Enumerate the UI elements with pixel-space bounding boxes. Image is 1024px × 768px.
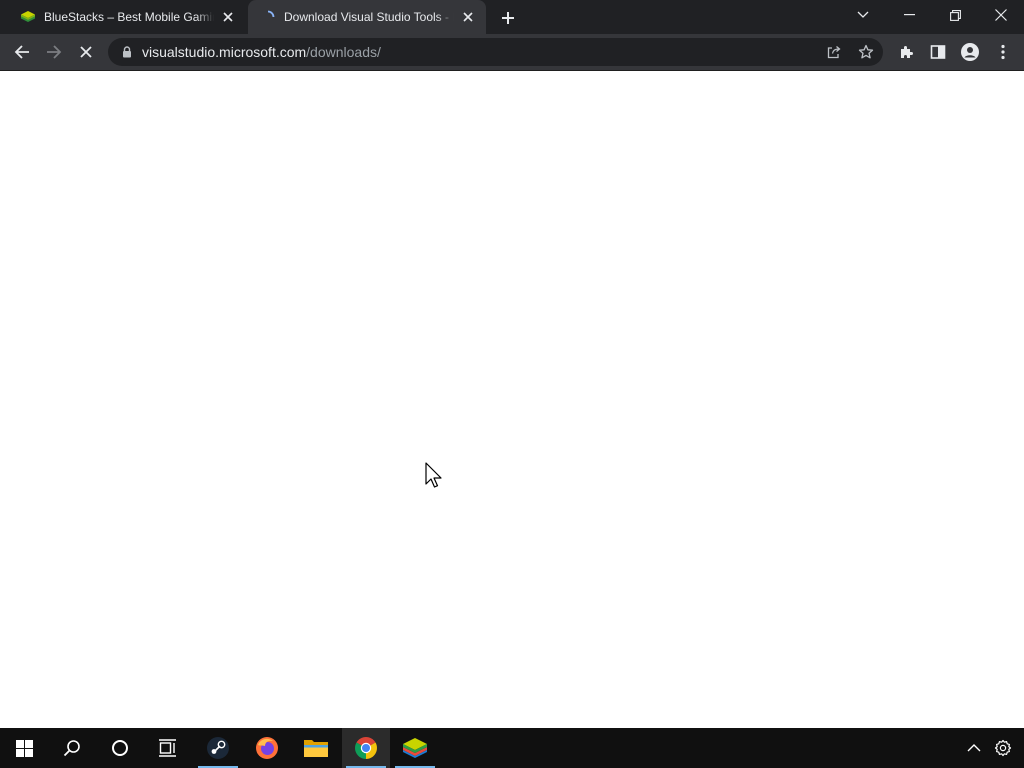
firefox-icon[interactable] — [243, 728, 291, 768]
tab-visual-studio[interactable]: Download Visual Studio Tools - Install — [248, 0, 486, 34]
tab-title: Download Visual Studio Tools - Install — [284, 10, 454, 24]
task-view-icon[interactable] — [144, 728, 192, 768]
url-text: visualstudio.microsoft.com/downloads/ — [142, 44, 381, 60]
tab-strip: BlueStacks – Best Mobile Gaming Platform… — [0, 0, 1024, 34]
side-panel-icon[interactable] — [925, 39, 951, 65]
page-content-area[interactable] — [0, 71, 1024, 728]
windows-taskbar — [0, 728, 1024, 768]
mouse-pointer-icon — [425, 462, 443, 495]
profile-avatar-icon[interactable] — [957, 39, 983, 65]
browser-toolbar: visualstudio.microsoft.com/downloads/ — [0, 34, 1024, 71]
tab-bluestacks[interactable]: BlueStacks – Best Mobile Gaming Platform — [8, 0, 246, 34]
minimize-button[interactable] — [886, 0, 932, 30]
close-tab-icon[interactable] — [220, 9, 236, 25]
loading-spinner-icon — [260, 9, 276, 25]
extensions-puzzle-icon[interactable] — [893, 39, 919, 65]
forward-button[interactable] — [40, 38, 68, 66]
back-button[interactable] — [8, 38, 36, 66]
share-icon[interactable] — [824, 42, 844, 62]
bluestacks-icon — [20, 9, 36, 25]
chrome-icon[interactable] — [342, 728, 390, 768]
bluestacks-icon[interactable] — [391, 728, 439, 768]
cortana-icon[interactable] — [96, 728, 144, 768]
lock-icon[interactable] — [120, 45, 134, 59]
tab-search-button[interactable] — [840, 0, 886, 30]
close-tab-icon[interactable] — [460, 9, 476, 25]
settings-gear-icon[interactable] — [989, 728, 1017, 768]
chrome-menu-icon[interactable] — [990, 39, 1016, 65]
windows-start-icon[interactable] — [0, 728, 48, 768]
bookmark-star-icon[interactable] — [856, 42, 876, 62]
new-tab-button[interactable] — [498, 8, 518, 28]
stop-loading-button[interactable] — [72, 38, 100, 66]
file-explorer-icon[interactable] — [292, 728, 340, 768]
steam-icon[interactable] — [194, 728, 242, 768]
search-icon[interactable] — [48, 728, 96, 768]
restore-button[interactable] — [932, 0, 978, 30]
tab-title: BlueStacks – Best Mobile Gaming Platform — [44, 10, 214, 24]
close-window-button[interactable] — [978, 0, 1024, 30]
show-hidden-icons-chevron[interactable] — [960, 728, 988, 768]
address-bar[interactable]: visualstudio.microsoft.com/downloads/ — [108, 38, 883, 66]
